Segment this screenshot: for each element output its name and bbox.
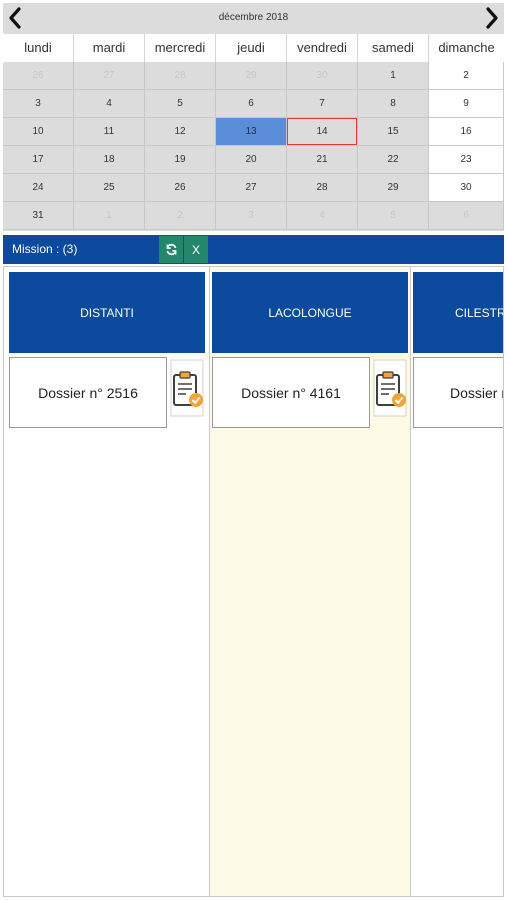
calendar-day-outside-month[interactable]: 29	[216, 62, 287, 90]
calendar-day[interactable]: 22	[358, 146, 429, 174]
next-month-button[interactable]	[481, 5, 503, 31]
calendar-month-title: décembre 2018	[218, 12, 289, 23]
calendar-day[interactable]: 28	[287, 174, 358, 202]
calendar-day[interactable]: 19	[145, 146, 216, 174]
dossier-card[interactable]: Dossier n° 4161	[212, 357, 370, 428]
calendar-day[interactable]: 20	[216, 146, 287, 174]
calendar-day[interactable]: 12	[145, 118, 216, 146]
weekday-label: vendredi	[287, 34, 358, 62]
calendar-day[interactable]: 29	[358, 174, 429, 202]
calendar-day-outside-month[interactable]: 1	[74, 202, 145, 230]
mission-column: CILESTRIN Dossier n°	[411, 267, 503, 896]
calendar-day[interactable]: 17	[3, 146, 74, 174]
calendar-day-outside-month[interactable]: 4	[287, 202, 358, 230]
calendar-day[interactable]: 10	[3, 118, 74, 146]
weekday-label: jeudi	[216, 34, 287, 62]
refresh-button[interactable]	[159, 236, 183, 263]
calendar-day[interactable]: 15	[358, 118, 429, 146]
column-header[interactable]: DISTANTI	[9, 272, 205, 353]
calendar-day[interactable]: 31	[3, 202, 74, 230]
calendar-day[interactable]: 16	[429, 118, 504, 146]
dossier-card[interactable]: Dossier n°	[413, 357, 503, 428]
mission-count-label: Mission : (3)	[12, 242, 78, 256]
close-button[interactable]: X	[184, 236, 208, 263]
dossier-card[interactable]: Dossier n° 2516	[9, 357, 167, 428]
refresh-icon	[166, 243, 176, 256]
clipboard-check-icon[interactable]	[170, 359, 204, 417]
calendar-day-outside-month[interactable]: 27	[74, 62, 145, 90]
weekday-label: mercredi	[145, 34, 216, 62]
weekday-header: lundi mardi mercredi jeudi vendredi same…	[3, 34, 504, 62]
calendar-day-outside-month[interactable]: 5	[358, 202, 429, 230]
calendar-day[interactable]: 13	[216, 118, 287, 146]
calendar-day-grid: 26 27 28 29 30 1 2 3 4 5 6 7 8 9 10 11 12 13 14 15 16 17 18 19 2…	[3, 62, 504, 230]
previous-month-button[interactable]	[4, 5, 26, 31]
clipboard-check-icon[interactable]	[373, 359, 407, 417]
weekday-label: samedi	[358, 34, 429, 62]
calendar-day[interactable]: 14	[287, 118, 358, 146]
calendar-day[interactable]: 27	[216, 174, 287, 202]
calendar-day[interactable]: 11	[74, 118, 145, 146]
calendar-day[interactable]: 21	[287, 146, 358, 174]
weekday-label: dimanche	[438, 40, 495, 55]
calendar: décembre 2018 lundi mardi mercredi jeudi…	[3, 3, 504, 231]
mission-board: DISTANTI Dossier n° 2516 LACOLONGUE Doss…	[3, 266, 504, 897]
weekday-label: lundi	[3, 34, 74, 62]
column-header[interactable]: CILESTRIN	[413, 272, 503, 353]
calendar-day[interactable]: 2	[429, 62, 504, 90]
calendar-day[interactable]: 23	[429, 146, 504, 174]
weekday-label: mardi	[74, 34, 145, 62]
calendar-day[interactable]: 25	[74, 174, 145, 202]
calendar-day-outside-month[interactable]: 26	[3, 62, 74, 90]
chevron-right-icon	[486, 7, 498, 29]
calendar-day[interactable]: 18	[74, 146, 145, 174]
calendar-day[interactable]: 6	[216, 90, 287, 118]
chevron-left-icon	[9, 7, 21, 29]
calendar-day[interactable]: 30	[429, 174, 504, 202]
calendar-nav: décembre 2018	[3, 3, 504, 32]
mission-bar: Mission : (3) X	[3, 235, 504, 264]
calendar-day[interactable]: 1	[358, 62, 429, 90]
calendar-day[interactable]: 3	[3, 90, 74, 118]
calendar-day[interactable]: 26	[145, 174, 216, 202]
calendar-day-outside-month[interactable]: 28	[145, 62, 216, 90]
calendar-day-outside-month[interactable]: 6	[429, 202, 504, 230]
column-header[interactable]: LACOLONGUE	[212, 272, 408, 353]
calendar-day[interactable]: 5	[145, 90, 216, 118]
calendar-day-outside-month[interactable]: 30	[287, 62, 358, 90]
calendar-day[interactable]: 8	[358, 90, 429, 118]
mission-column: LACOLONGUE Dossier n° 4161	[209, 267, 411, 896]
calendar-day[interactable]: 9	[429, 90, 504, 118]
calendar-day-outside-month[interactable]: 2	[145, 202, 216, 230]
calendar-day[interactable]: 4	[74, 90, 145, 118]
calendar-day[interactable]: 24	[3, 174, 74, 202]
mission-column: DISTANTI Dossier n° 2516	[7, 267, 209, 896]
calendar-day-outside-month[interactable]: 3	[216, 202, 287, 230]
calendar-day[interactable]: 7	[287, 90, 358, 118]
